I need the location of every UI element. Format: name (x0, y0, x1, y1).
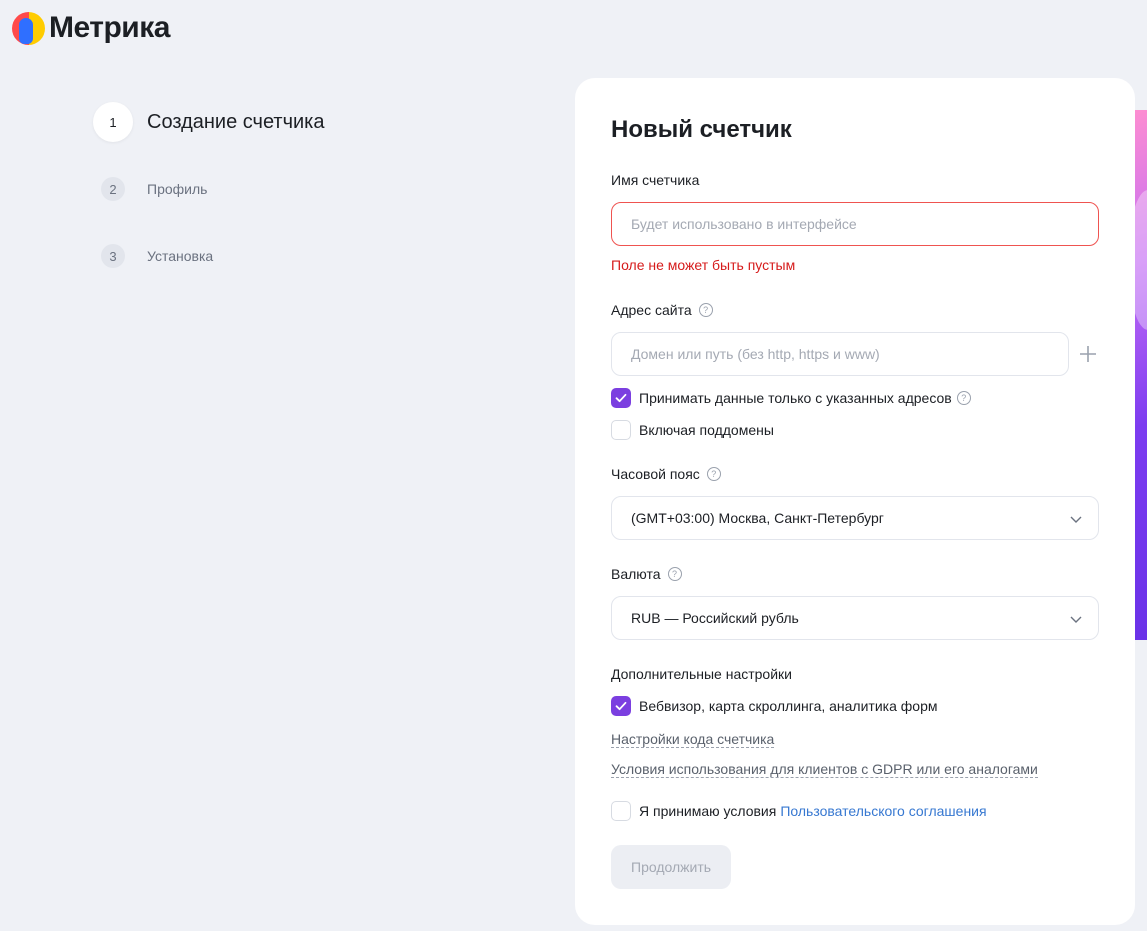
timezone-value: (GMT+03:00) Москва, Санкт-Петербург (631, 510, 884, 526)
currency-value: RUB — Российский рубль (631, 610, 799, 626)
logo[interactable]: Метрика (12, 11, 170, 45)
currency-label: Валюта ? (611, 566, 682, 582)
subdomains-checkbox[interactable] (611, 420, 631, 440)
user-agreement-link[interactable]: Пользовательского соглашения (780, 803, 986, 819)
accept-only-checkbox[interactable] (611, 388, 631, 408)
step-number: 3 (93, 236, 133, 276)
agree-row[interactable]: Я принимаю условия Пользовательского сог… (611, 801, 987, 821)
help-icon[interactable]: ? (667, 567, 682, 581)
webvisor-label: Вебвизор, карта скроллинга, аналитика фо… (639, 698, 938, 714)
logo-text: Метрика (49, 11, 170, 44)
site-address-input[interactable] (611, 332, 1069, 376)
new-counter-form: Новый счетчик Имя счетчика Поле не может… (575, 78, 1135, 925)
webvisor-checkbox[interactable] (611, 696, 631, 716)
subdomains-row[interactable]: Включая поддомены (611, 420, 774, 440)
check-icon (615, 701, 627, 711)
timezone-label: Часовой пояс ? (611, 466, 721, 482)
check-icon (615, 393, 627, 403)
form-title: Новый счетчик (611, 116, 792, 143)
accept-only-label: Принимать данные только с указанных адре… (639, 390, 952, 406)
help-icon[interactable]: ? (706, 467, 721, 481)
name-error-text: Поле не может быть пустым (611, 257, 796, 273)
step-label: Создание счетчика (147, 110, 325, 133)
name-label: Имя счетчика (611, 172, 700, 188)
accept-only-specified-row[interactable]: Принимать данные только с указанных адре… (611, 388, 971, 408)
step-3: 3 Установка (93, 236, 324, 276)
step-2: 2 Профиль (93, 169, 324, 209)
continue-button[interactable]: Продолжить (611, 845, 732, 889)
chevron-down-icon (1070, 616, 1082, 623)
steps-list: 1 Создание счетчика 2 Профиль 3 Установк… (93, 102, 324, 303)
subdomains-label: Включая поддомены (639, 422, 774, 438)
metrika-logo-icon (12, 11, 45, 45)
help-icon[interactable]: ? (956, 391, 971, 405)
counter-name-input[interactable] (611, 202, 1099, 246)
webvisor-row[interactable]: Вебвизор, карта скроллинга, аналитика фо… (611, 696, 937, 716)
add-address-icon[interactable] (1077, 343, 1099, 365)
step-1: 1 Создание счетчика (93, 102, 324, 142)
chevron-down-icon (1070, 516, 1082, 523)
page: Метрика 1 Создание счетчика 2 Профиль 3 … (0, 0, 1147, 931)
site-label: Адрес сайта ? (611, 302, 713, 318)
timezone-select[interactable]: (GMT+03:00) Москва, Санкт-Петербург (611, 496, 1099, 540)
step-number: 2 (93, 169, 133, 209)
agree-checkbox[interactable] (611, 801, 631, 821)
agree-label: Я принимаю условия (639, 803, 777, 819)
step-number: 1 (93, 102, 133, 142)
step-label: Профиль (147, 181, 208, 197)
currency-select[interactable]: RUB — Российский рубль (611, 596, 1099, 640)
extra-settings-label: Дополнительные настройки (611, 666, 792, 682)
code-settings-link[interactable]: Настройки кода счетчика (611, 731, 775, 748)
gdpr-terms-link[interactable]: Условия использования для клиентов с GDP… (611, 761, 1038, 778)
step-label: Установка (147, 248, 214, 264)
help-icon[interactable]: ? (698, 303, 713, 317)
